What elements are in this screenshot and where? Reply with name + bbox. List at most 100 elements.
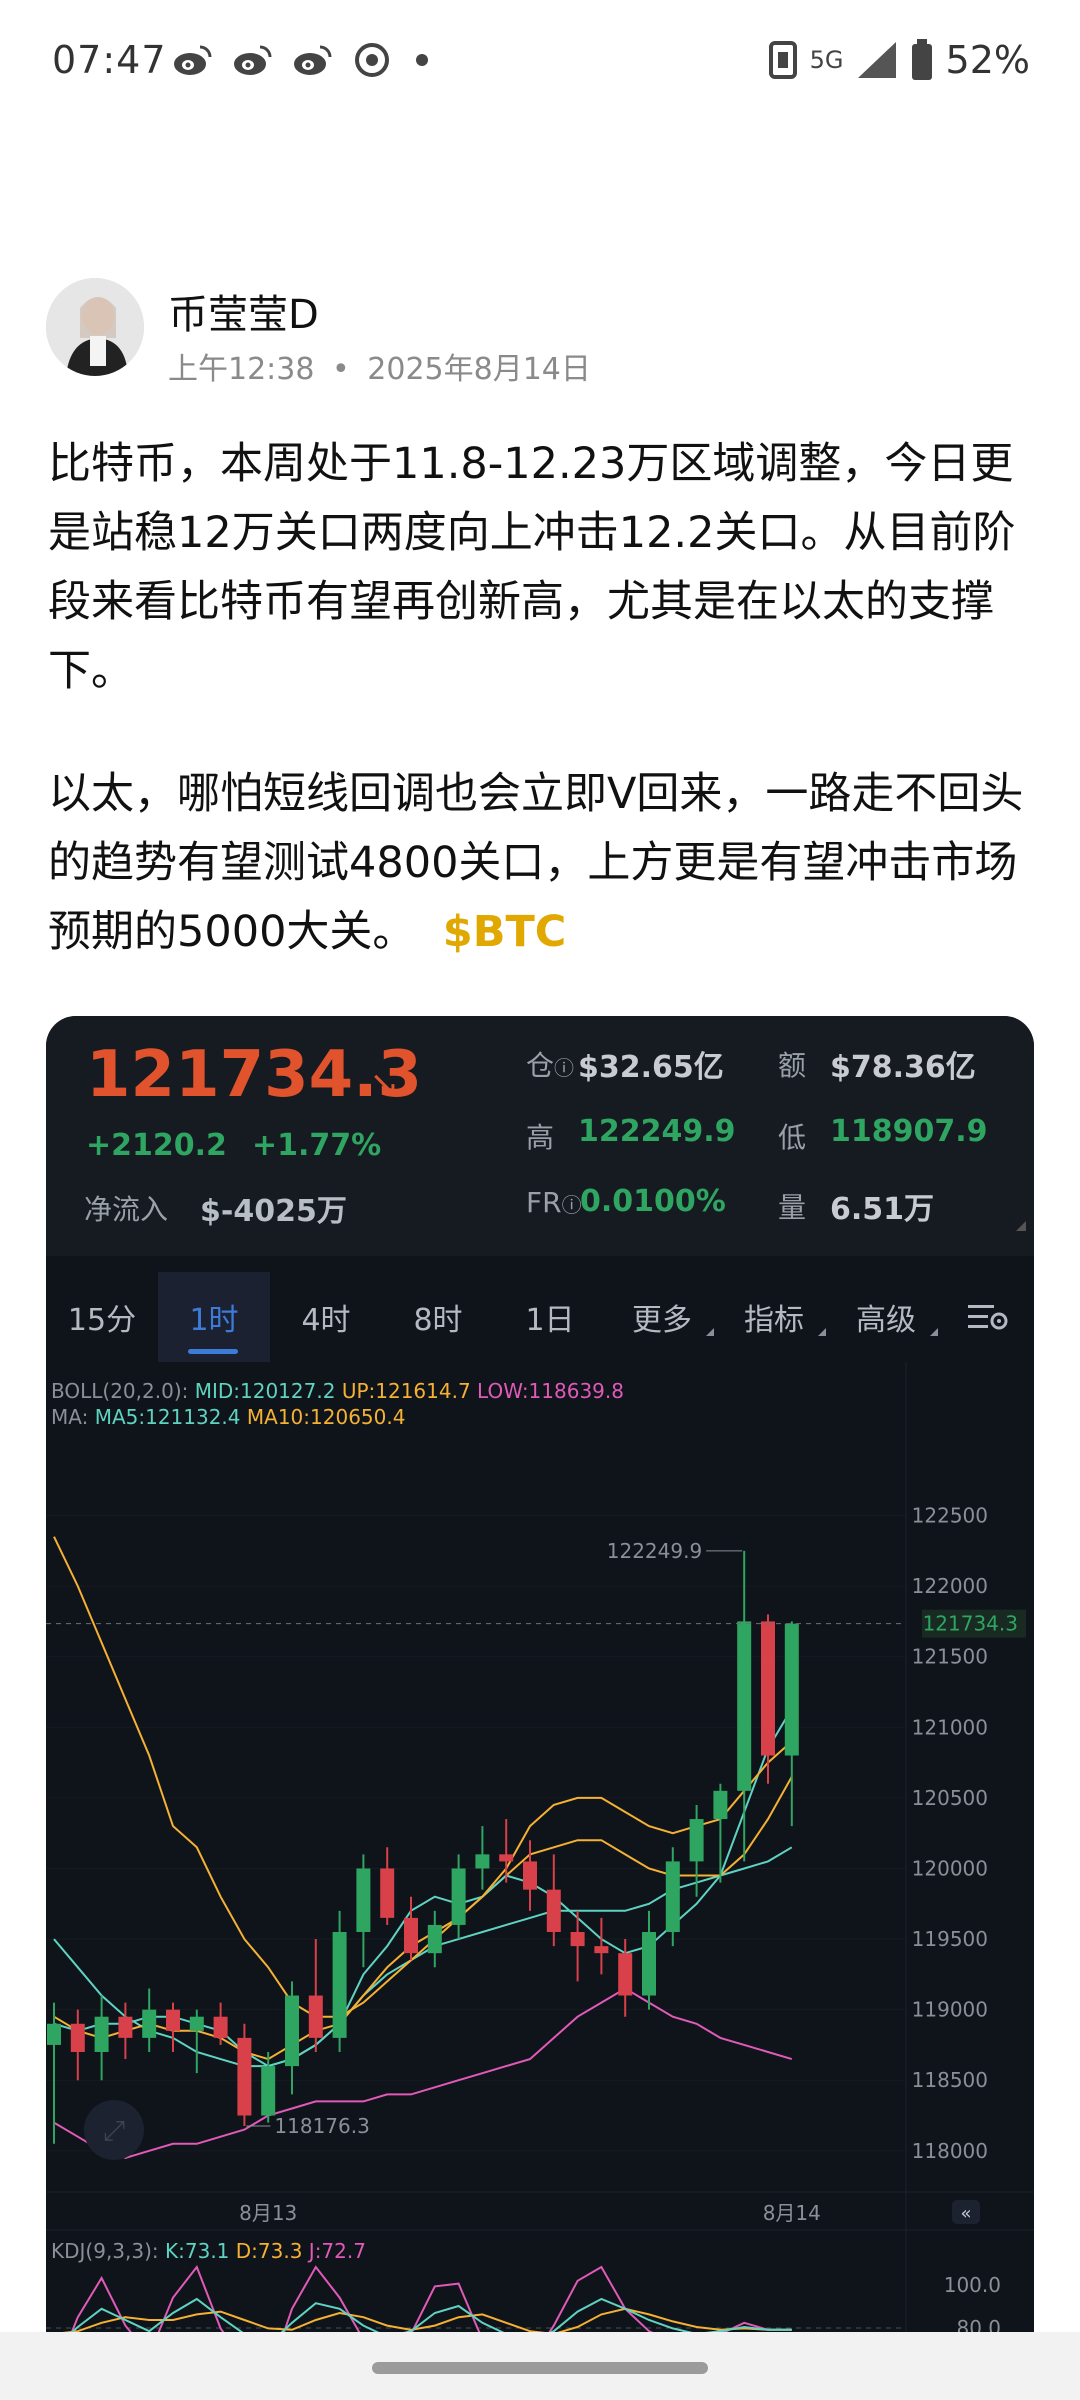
candle-body bbox=[784, 1623, 799, 1756]
candle-body bbox=[665, 1861, 680, 1932]
author-name[interactable]: 币莹莹D bbox=[168, 282, 319, 340]
chevron-left-icon: « bbox=[960, 2203, 971, 2224]
sim-icon bbox=[768, 41, 797, 79]
post-paragraph-1: 比特币，本周处于11.8-12.23万区域调整，今日更是站稳12万关口两度向上冲… bbox=[48, 439, 1016, 696]
current-price-label: 121734.3 bbox=[923, 1612, 1018, 1636]
tab-more[interactable]: 更多 bbox=[606, 1272, 718, 1362]
ma10-line bbox=[53, 1536, 793, 2018]
candle-body bbox=[285, 1995, 299, 2067]
tab-label: 15分 bbox=[67, 1303, 137, 1338]
high-value: 122249.9 bbox=[578, 1114, 736, 1149]
post-time: 上午12:38 bbox=[168, 352, 315, 387]
candlestick-chart[interactable]: BOLL(20,2.0): MID:120127.2 UP:121614.7 L… bbox=[46, 1362, 1034, 2400]
chart-settings-button[interactable] bbox=[942, 1272, 1034, 1362]
tab-8h[interactable]: 8时 bbox=[382, 1272, 494, 1362]
y-tick-label: 122000 bbox=[912, 1574, 988, 1598]
candle-body bbox=[47, 2023, 61, 2045]
boll-low: LOW:118639.8 bbox=[477, 1379, 624, 1403]
candle-body bbox=[332, 1932, 347, 2038]
boll-upper-band-line bbox=[53, 1740, 793, 2061]
candle-body bbox=[618, 1953, 633, 1996]
candle-body bbox=[642, 1932, 656, 1996]
candle-body bbox=[713, 1790, 728, 1820]
tab-indicators[interactable]: 指标 bbox=[718, 1272, 830, 1362]
kdj-legend: KDJ(9,3,3): K:73.1 D:73.3 J:72.7 bbox=[51, 2239, 366, 2263]
tab-4h[interactable]: 4时 bbox=[270, 1272, 382, 1362]
status-bar: 07:47 5G 52% bbox=[0, 0, 1080, 125]
signal-icon bbox=[857, 42, 896, 78]
clock: 07:47 bbox=[52, 38, 167, 82]
net-flow-label: 净流入 bbox=[84, 1193, 169, 1226]
candle-body bbox=[213, 2016, 228, 2038]
tab-label: 高级 bbox=[856, 1303, 916, 1338]
post-paragraph-2: 以太，哪怕短线回调也会立即V回来，一路走不回头的趋势有望测试4800关口，上方更… bbox=[48, 760, 1038, 967]
candle-body bbox=[118, 2016, 133, 2038]
active-tab-indicator bbox=[188, 1349, 238, 1354]
boll-mid: MID:120127.2 bbox=[195, 1379, 336, 1403]
x-tick-label: 8月13 bbox=[239, 2201, 297, 2225]
info-icon[interactable]: ⓘ bbox=[562, 1193, 582, 1217]
ticker-header: 121734.3 ↘ +2120.2 +1.77% 净流入 $-4025万 仓ⓘ… bbox=[46, 1016, 1034, 1256]
tab-15m[interactable]: 15分 bbox=[46, 1272, 158, 1362]
kdj-tick-100: 100.0 bbox=[944, 2273, 1001, 2297]
market-card[interactable]: 121734.3 ↘ +2120.2 +1.77% 净流入 $-4025万 仓ⓘ… bbox=[46, 1016, 1034, 2400]
candle-body bbox=[523, 1861, 537, 1890]
high-marker-label: 122249.9 bbox=[607, 1539, 702, 1563]
ma-label: MA: bbox=[51, 1405, 88, 1429]
candle-body bbox=[261, 2066, 276, 2116]
amount-value: $78.36亿 bbox=[830, 1050, 976, 1085]
y-tick-label: 119500 bbox=[912, 1927, 988, 1951]
oi-value: $32.65亿 bbox=[578, 1050, 724, 1085]
dropdown-icon bbox=[706, 1328, 714, 1336]
candle-body bbox=[570, 1932, 585, 1947]
down-right-arrow-icon: ↘ bbox=[369, 1064, 400, 1105]
notification-icons bbox=[172, 40, 434, 80]
y-tick-label: 118000 bbox=[912, 2139, 988, 2163]
candle-body bbox=[427, 1924, 442, 1954]
fr-label-text: FR bbox=[526, 1186, 562, 1219]
weibo-icon bbox=[294, 45, 332, 75]
avatar[interactable] bbox=[46, 278, 144, 376]
candle-body bbox=[308, 1995, 323, 2038]
tab-1h[interactable]: 1时 bbox=[158, 1272, 270, 1362]
candle-body bbox=[451, 1868, 466, 1925]
boll-mid-line bbox=[53, 1846, 793, 2068]
y-tick-label: 121500 bbox=[912, 1645, 988, 1669]
candle-body bbox=[70, 2023, 85, 2052]
camera-icon bbox=[355, 43, 389, 77]
tab-1d[interactable]: 1日 bbox=[494, 1272, 606, 1362]
x-tick-label: 8月14 bbox=[763, 2201, 821, 2225]
candle-body bbox=[237, 2037, 252, 2116]
y-tick-label: 121000 bbox=[912, 1715, 988, 1739]
candle-body bbox=[380, 1868, 395, 1918]
candle-body bbox=[94, 2016, 109, 2052]
candle-body bbox=[189, 2016, 204, 2031]
post-meta: 上午12:38 • 2025年8月14日 bbox=[168, 352, 591, 387]
btc-tag-link[interactable]: $BTC bbox=[443, 907, 567, 957]
timeframe-tabs: 15分 1时 4时 8时 1日 更多 指标 高级 bbox=[46, 1272, 1034, 1362]
y-tick-label: 120500 bbox=[912, 1786, 988, 1810]
candle-body bbox=[594, 1946, 609, 1954]
volume-value: 6.51万 bbox=[830, 1192, 935, 1227]
high-label: 高 bbox=[526, 1121, 555, 1154]
dot-icon bbox=[416, 54, 428, 66]
expand-icon: ⤢ bbox=[103, 2114, 125, 2147]
fr-value: 0.0100% bbox=[580, 1184, 726, 1219]
navigation-bar bbox=[0, 2332, 1080, 2400]
price-change-pct: +1.77% bbox=[252, 1128, 382, 1163]
tab-label: 更多 bbox=[632, 1303, 692, 1338]
volume-label: 量 bbox=[778, 1191, 807, 1224]
fr-label: FRⓘ bbox=[526, 1186, 582, 1219]
y-tick-label: 122500 bbox=[912, 1504, 988, 1528]
info-icon[interactable]: ⓘ bbox=[554, 1056, 574, 1080]
expand-corner-icon[interactable] bbox=[1016, 1221, 1026, 1231]
home-indicator[interactable] bbox=[372, 2362, 708, 2374]
low-marker-label: 118176.3 bbox=[274, 2114, 369, 2138]
tab-label: 4时 bbox=[301, 1303, 351, 1338]
candle-body bbox=[356, 1868, 371, 1932]
low-label: 低 bbox=[778, 1121, 807, 1154]
tab-advanced[interactable]: 高级 bbox=[830, 1272, 942, 1362]
price-change: +2120.2 bbox=[86, 1128, 227, 1163]
y-tick-label: 118500 bbox=[912, 2068, 988, 2092]
y-tick-label: 120000 bbox=[912, 1856, 988, 1880]
